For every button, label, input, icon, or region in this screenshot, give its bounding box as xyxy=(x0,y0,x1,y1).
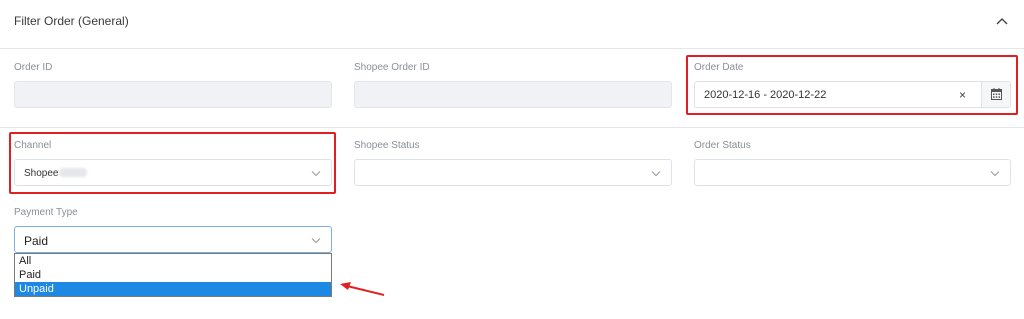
filter-panel-header[interactable]: Filter Order (General) xyxy=(0,0,1024,44)
order-date-highlight xyxy=(686,55,1018,115)
chevron-up-icon[interactable] xyxy=(994,14,1010,28)
chevron-down-icon xyxy=(311,238,321,244)
shopee-order-id-label: Shopee Order ID xyxy=(354,62,430,73)
payment-type-dropdown: All Paid Unpaid xyxy=(14,253,332,297)
payment-type-label: Payment Type xyxy=(14,207,78,218)
header-divider xyxy=(0,48,1024,49)
shopee-status-label: Shopee Status xyxy=(354,140,420,151)
order-status-label: Order Status xyxy=(694,140,751,151)
payment-type-select[interactable]: Paid xyxy=(14,226,332,253)
order-id-label: Order ID xyxy=(14,62,53,73)
order-id-input[interactable] xyxy=(14,81,332,108)
order-status-select[interactable] xyxy=(694,159,1011,186)
shopee-status-select[interactable] xyxy=(354,159,672,186)
dropdown-option-all[interactable]: All xyxy=(15,254,331,268)
channel-highlight xyxy=(9,132,336,194)
payment-type-value: Paid xyxy=(24,234,49,248)
panel-title: Filter Order (General) xyxy=(14,14,129,28)
dropdown-option-paid[interactable]: Paid xyxy=(15,268,331,282)
shopee-order-id-input[interactable] xyxy=(354,81,672,108)
chevron-down-icon xyxy=(990,171,1000,177)
chevron-down-icon xyxy=(651,171,661,177)
dropdown-option-unpaid[interactable]: Unpaid xyxy=(15,282,331,296)
row-divider xyxy=(0,127,1024,128)
annotation-arrow xyxy=(340,282,385,296)
